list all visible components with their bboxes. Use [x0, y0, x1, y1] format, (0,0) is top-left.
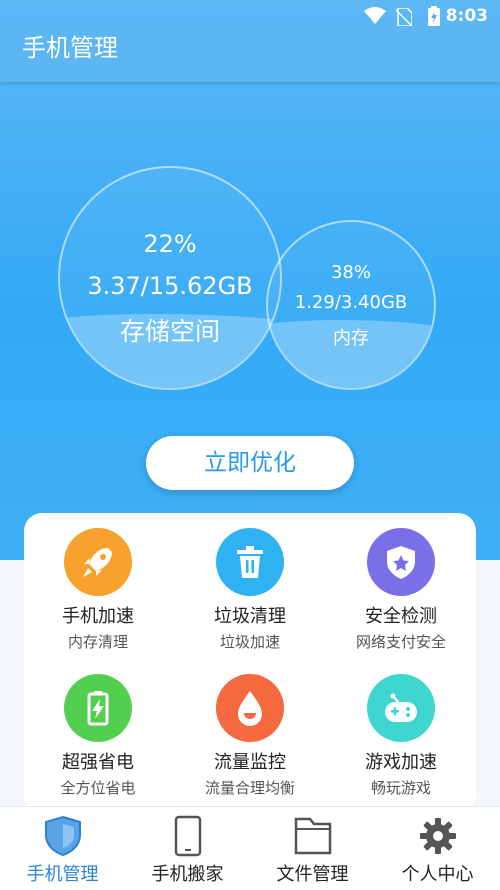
- gamepad-icon: [367, 674, 435, 742]
- trash-icon: [216, 528, 284, 596]
- tile-subtitle: 全方位省电: [60, 779, 136, 797]
- optimize-button[interactable]: 立即优化: [146, 436, 354, 490]
- tile-subtitle: 流量合理均衡: [204, 779, 295, 797]
- tile-title: 垃圾清理: [214, 606, 286, 627]
- battery-status-icon: [428, 6, 440, 31]
- tile-subtitle: 垃圾加速: [219, 633, 280, 651]
- status-bar: 8:03: [0, 0, 500, 34]
- tile-game-boost[interactable]: 游戏加速 畅玩游戏: [326, 674, 476, 798]
- shield-icon: [0, 815, 125, 859]
- phone-icon: [125, 815, 250, 859]
- tile-title: 手机加速: [62, 606, 134, 627]
- nav-label: 手机管理: [26, 864, 99, 885]
- tile-subtitle: 内存清理: [67, 633, 128, 651]
- nav-phone-migrate[interactable]: 手机搬家: [125, 807, 250, 886]
- drop-icon: [216, 674, 284, 742]
- tile-junk-clean[interactable]: 垃圾清理 垃圾加速: [175, 528, 325, 652]
- gear-icon: [375, 815, 500, 859]
- storage-gauge: 22% 3.37/15.62GB 存储空间: [58, 166, 282, 390]
- memory-label: 内存: [333, 328, 369, 349]
- rocket-icon: [64, 528, 132, 596]
- battery-icon: [64, 674, 132, 742]
- tile-title: 流量监控: [214, 752, 286, 773]
- bottom-navigation: 手机管理 手机搬家 文件管理 个人中心: [0, 806, 500, 890]
- wifi-icon: [364, 7, 386, 30]
- tile-title: 安全检测: [365, 606, 437, 627]
- tile-data-monitor[interactable]: 流量监控 流量合理均衡: [175, 674, 325, 798]
- tile-title: 超强省电: [62, 752, 134, 773]
- nav-label: 个人中心: [401, 864, 474, 885]
- folder-icon: [250, 815, 375, 859]
- nav-file-manager[interactable]: 文件管理: [250, 807, 375, 886]
- tile-title: 游戏加速: [365, 752, 437, 773]
- nav-personal-center[interactable]: 个人中心: [375, 807, 500, 886]
- storage-usage: 3.37/15.62GB: [87, 272, 253, 300]
- sim-icon: [395, 7, 413, 31]
- memory-percent: 38%: [330, 262, 371, 283]
- tile-subtitle: 畅玩游戏: [370, 779, 431, 797]
- status-time: 8:03: [445, 6, 488, 26]
- nav-label: 手机搬家: [151, 864, 224, 885]
- memory-gauge: 38% 1.29/3.40GB 内存: [266, 220, 436, 390]
- feature-panel: 手机加速 内存清理 垃圾清理 垃圾加速 安全检测 网络支付安全 超强省电 全方位…: [24, 513, 476, 813]
- memory-usage: 1.29/3.40GB: [294, 292, 408, 313]
- storage-label: 存储空间: [119, 317, 220, 346]
- nav-phone-manager[interactable]: 手机管理: [0, 807, 125, 886]
- tile-security-check[interactable]: 安全检测 网络支付安全: [326, 528, 476, 652]
- storage-percent: 22%: [143, 230, 197, 258]
- shield-star-icon: [367, 528, 435, 596]
- nav-label: 文件管理: [276, 864, 349, 885]
- tile-phone-speedup[interactable]: 手机加速 内存清理: [23, 528, 173, 652]
- tile-subtitle: 网络支付安全: [355, 633, 446, 651]
- tile-power-saving[interactable]: 超强省电 全方位省电: [23, 674, 173, 798]
